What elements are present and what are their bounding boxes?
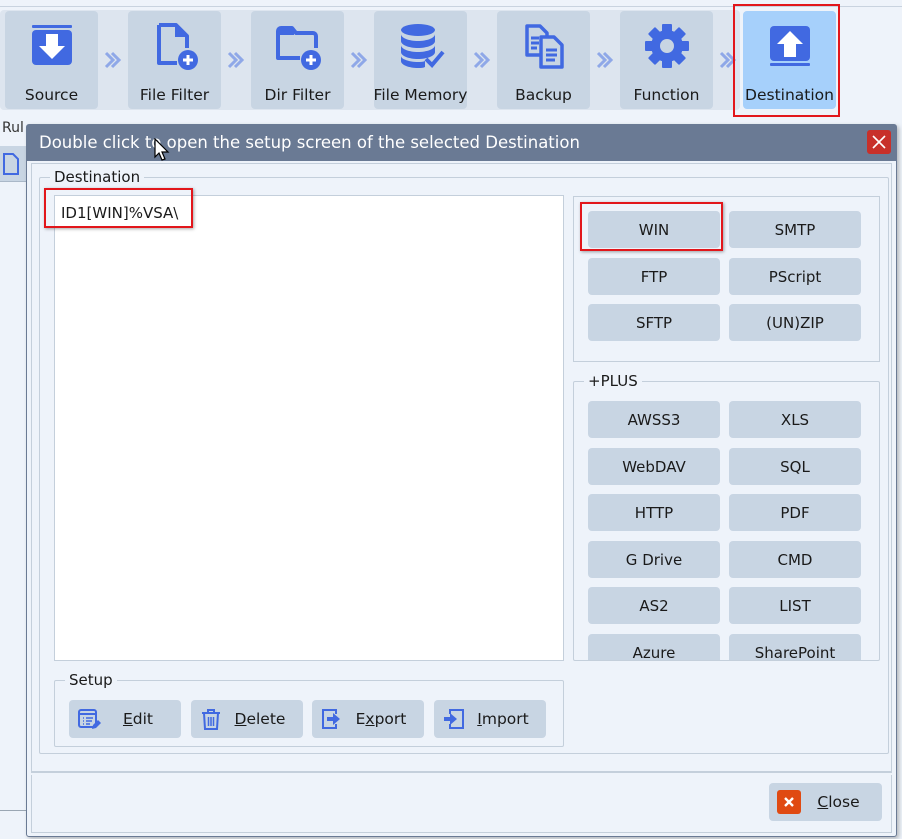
close-label: Close xyxy=(817,793,860,811)
chevron-right-icon xyxy=(104,51,122,69)
type-label: WebDAV xyxy=(622,457,686,476)
step-label: Source xyxy=(24,86,79,104)
dialog-footer xyxy=(31,775,892,833)
type-label: AS2 xyxy=(639,596,669,615)
step-destination[interactable]: Destination xyxy=(743,11,836,109)
destination-list-item[interactable]: ID1[WIN]%VSA\ xyxy=(61,202,178,224)
type-label: WIN xyxy=(638,220,670,239)
type-label: FTP xyxy=(640,267,668,286)
step-dir-filter[interactable]: Dir Filter xyxy=(251,11,344,109)
top-border xyxy=(0,0,902,7)
edit-button[interactable]: Edit xyxy=(69,700,181,738)
type-label: SFTP xyxy=(635,313,673,332)
gear-icon xyxy=(644,24,689,68)
step-file-memory[interactable]: File Memory xyxy=(374,11,467,109)
trash-icon xyxy=(202,709,220,730)
close-button[interactable]: Close xyxy=(769,783,882,821)
workflow-toolbar: Source File Filter Dir Filter File Memor… xyxy=(0,10,902,110)
import-button[interactable]: Import xyxy=(434,700,546,738)
plus-button-sql[interactable]: SQL xyxy=(729,448,861,485)
download-box-icon xyxy=(31,25,72,65)
chevron-right-icon xyxy=(596,51,614,69)
folder-add-icon xyxy=(275,26,321,70)
edit-label: Edit xyxy=(122,710,154,728)
plus-button-cmd[interactable]: CMD xyxy=(729,541,861,578)
type-label: PScript xyxy=(768,267,822,286)
type-label: AWSS3 xyxy=(627,410,681,429)
type-button-ftp[interactable]: FTP xyxy=(588,258,720,295)
dialog-body: Destination ID1[WIN]%VSA\ WIN SMTP FTP P… xyxy=(31,163,892,773)
type-button-sftp[interactable]: SFTP xyxy=(588,304,720,341)
type-button-pscript[interactable]: PScript xyxy=(729,258,861,295)
destination-dialog: Double click to open the setup screen of… xyxy=(26,124,897,837)
upload-box-icon xyxy=(769,26,810,66)
delete-label: Delete xyxy=(234,710,286,728)
step-label: Destination xyxy=(745,86,834,104)
chevron-right-icon xyxy=(227,51,245,69)
export-icon xyxy=(322,709,340,729)
type-button-unzip[interactable]: (UN)ZIP xyxy=(729,304,861,341)
background-divider xyxy=(0,810,26,811)
plus-button-webdav[interactable]: WebDAV xyxy=(588,448,720,485)
type-button-smtp[interactable]: SMTP xyxy=(729,211,861,248)
plus-button-http[interactable]: HTTP xyxy=(588,494,720,531)
dialog-close-button[interactable] xyxy=(867,130,891,154)
step-label: Backup xyxy=(515,86,572,104)
step-file-filter[interactable]: File Filter xyxy=(128,11,221,109)
step-source[interactable]: Source xyxy=(5,11,98,109)
destination-group-label: Destination xyxy=(54,168,141,186)
chevron-right-icon xyxy=(350,51,368,69)
step-label: File Filter xyxy=(139,86,210,104)
destination-list[interactable]: ID1[WIN]%VSA\ xyxy=(54,195,564,661)
plus-button-pdf[interactable]: PDF xyxy=(729,494,861,531)
plus-button-list[interactable]: LIST xyxy=(729,587,861,624)
plus-button-sharepoint[interactable]: SharePoint xyxy=(729,634,861,660)
rule-tab-label: Rul xyxy=(2,120,24,136)
type-label: PDF xyxy=(780,503,810,522)
edit-list-icon xyxy=(78,709,101,729)
delete-button[interactable]: Delete xyxy=(191,700,303,738)
type-button-win[interactable]: WIN xyxy=(588,211,720,248)
type-label: SharePoint xyxy=(754,643,836,661)
database-check-icon xyxy=(400,24,445,68)
export-label: Export xyxy=(355,710,407,728)
plus-button-xls[interactable]: XLS xyxy=(729,401,861,438)
type-label: SQL xyxy=(780,457,810,476)
background-list-row xyxy=(0,146,28,182)
file-icon xyxy=(3,153,19,175)
chevron-right-icon xyxy=(719,51,737,69)
chevron-right-icon xyxy=(473,51,491,69)
dialog-title-bar[interactable]: Double click to open the setup screen of… xyxy=(27,125,896,161)
plus-button-as2[interactable]: AS2 xyxy=(588,587,720,624)
type-label: SMTP xyxy=(774,220,816,239)
type-label: Azure xyxy=(632,643,676,661)
export-button[interactable]: Export xyxy=(312,700,424,738)
type-label: XLS xyxy=(780,410,810,429)
setup-group-label: Setup xyxy=(69,671,113,689)
plus-button-gdrive[interactable]: G Drive xyxy=(588,541,720,578)
copy-documents-icon xyxy=(524,24,564,69)
type-label: G Drive xyxy=(625,550,683,569)
type-label: HTTP xyxy=(634,503,674,522)
plus-group-label: +PLUS xyxy=(588,372,638,390)
type-label: LIST xyxy=(779,596,811,615)
import-label: Import xyxy=(477,710,529,728)
type-label: (UN)ZIP xyxy=(766,313,824,332)
plus-button-awss3[interactable]: AWSS3 xyxy=(588,401,720,438)
type-label: CMD xyxy=(777,550,813,569)
plus-button-azure[interactable]: Azure xyxy=(588,634,720,660)
close-icon xyxy=(872,135,886,149)
plus-buttons-area: AWSS3 XLS WebDAV SQL HTTP PDF G Drive CM… xyxy=(574,390,879,660)
destination-types-box: WIN SMTP FTP PScript SFTP (UN)ZIP xyxy=(573,196,880,362)
step-function[interactable]: Function xyxy=(620,11,713,109)
step-backup[interactable]: Backup xyxy=(497,11,590,109)
step-label: File Memory xyxy=(373,86,468,104)
dialog-title: Double click to open the setup screen of… xyxy=(39,133,580,152)
step-label: Function xyxy=(633,86,700,104)
import-icon xyxy=(444,709,464,729)
file-add-icon xyxy=(156,23,198,70)
step-label: Dir Filter xyxy=(264,86,331,104)
close-x-icon xyxy=(777,790,801,814)
